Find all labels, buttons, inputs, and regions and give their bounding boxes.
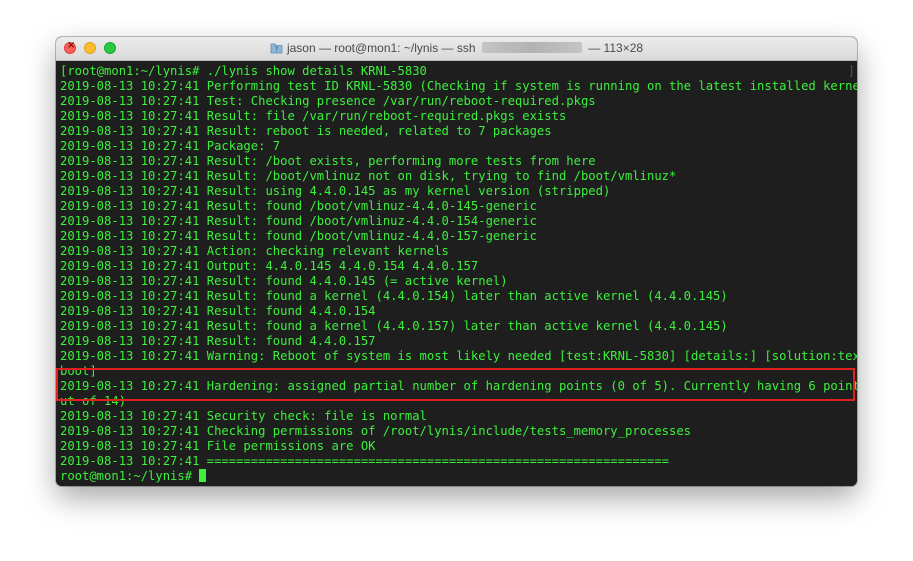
terminal-line-text: root@mon1:~/lynis#: [60, 469, 200, 483]
terminal-line: 2019-08-13 10:27:41 Result: /boot/vmlinu…: [60, 169, 857, 184]
terminal-line-text: 2019-08-13 10:27:41 Performing test ID K…: [60, 79, 857, 93]
terminal-line-text: 2019-08-13 10:27:41 Result: using 4.4.0.…: [60, 184, 611, 198]
terminal-line: 2019-08-13 10:27:41 Checking permissions…: [60, 424, 857, 439]
terminal-line-text: 2019-08-13 10:27:41 Result: found /boot/…: [60, 214, 537, 228]
terminal-window: ? jason — root@mon1: ~/lynis — ssh — 113…: [56, 37, 857, 486]
terminal-line-text: 2019-08-13 10:27:41 Result: file /var/ru…: [60, 109, 567, 123]
terminal-line-text: 2019-08-13 10:27:41 Result: found 4.4.0.…: [60, 274, 508, 288]
terminal-line-text: 2019-08-13 10:27:41 Result: found a kern…: [60, 289, 728, 303]
terminal-line-text: 2019-08-13 10:27:41 Security check: file…: [60, 409, 427, 423]
title-bar[interactable]: ? jason — root@mon1: ~/lynis — ssh — 113…: [56, 37, 857, 61]
terminal-line-text: 2019-08-13 10:27:41 Output: 4.4.0.145 4.…: [60, 259, 479, 273]
terminal-line: 2019-08-13 10:27:41 Result: found a kern…: [60, 319, 857, 334]
terminal-line: 2019-08-13 10:27:41 Package: 7: [60, 139, 857, 154]
prompt-line: root@mon1:~/lynis#: [60, 469, 857, 484]
terminal-line-text: 2019-08-13 10:27:41 Result: found 4.4.0.…: [60, 334, 376, 348]
terminal-line: 2019-08-13 10:27:41 Result: /boot exists…: [60, 154, 857, 169]
terminal-line: 2019-08-13 10:27:41 ====================…: [60, 454, 857, 469]
window-title: ? jason — root@mon1: ~/lynis — ssh — 113…: [56, 41, 857, 56]
terminal-line: [root@mon1:~/lynis# ./lynis show details…: [60, 64, 857, 79]
terminal-line: 2019-08-13 10:27:41 Test: Checking prese…: [60, 94, 857, 109]
terminal-line: 2019-08-13 10:27:41 Result: found 4.4.0.…: [60, 334, 857, 349]
terminal-line: 2019-08-13 10:27:41 Result: using 4.4.0.…: [60, 184, 857, 199]
terminal-line: 2019-08-13 10:27:41 Result: found 4.4.0.…: [60, 274, 857, 289]
terminal-line: boot]: [60, 364, 857, 379]
terminal-line-text: boot]: [60, 364, 97, 378]
terminal-line: 2019-08-13 10:27:41 Result: reboot is ne…: [60, 124, 857, 139]
terminal-output[interactable]: [root@mon1:~/lynis# ./lynis show details…: [56, 61, 857, 486]
terminal-line-text: 2019-08-13 10:27:41 File permissions are…: [60, 439, 376, 453]
terminal-line-text: 2019-08-13 10:27:41 Result: found 4.4.0.…: [60, 304, 376, 318]
terminal-line: 2019-08-13 10:27:41 Performing test ID K…: [60, 79, 857, 94]
terminal-line: 2019-08-13 10:27:41 Result: found /boot/…: [60, 199, 857, 214]
terminal-line-text: 2019-08-13 10:27:41 Test: Checking prese…: [60, 94, 596, 108]
terminal-line: 2019-08-13 10:27:41 Result: file /var/ru…: [60, 109, 857, 124]
terminal-line-text: 2019-08-13 10:27:41 Result: found /boot/…: [60, 229, 537, 243]
svg-text:?: ?: [275, 46, 279, 54]
terminal-line: 2019-08-13 10:27:41 Output: 4.4.0.145 4.…: [60, 259, 857, 274]
terminal-line-text: 2019-08-13 10:27:41 Result: /boot/vmlinu…: [60, 169, 677, 183]
terminal-line: 2019-08-13 10:27:41 Hardening: assigned …: [60, 379, 857, 394]
terminal-line-text: 2019-08-13 10:27:41 Hardening: assigned …: [60, 379, 857, 393]
terminal-line: 2019-08-13 10:27:41 Result: found /boot/…: [60, 214, 857, 229]
terminal-line: 2019-08-13 10:27:41 Action: checking rel…: [60, 244, 857, 259]
terminal-line: ut of 14): [60, 394, 857, 409]
terminal-line-text: [root@mon1:~/lynis# ./lynis show details…: [60, 64, 427, 78]
terminal-line-text: 2019-08-13 10:27:41 Result: reboot is ne…: [60, 124, 552, 138]
scroll-marker: ]: [847, 64, 855, 78]
window-title-suffix: — 113×28: [584, 41, 644, 55]
terminal-line-text: 2019-08-13 10:27:41 Action: checking rel…: [60, 244, 449, 258]
terminal-line-text: 2019-08-13 10:27:41 Result: /boot exists…: [60, 154, 596, 168]
redacted-hostname: [481, 42, 582, 53]
window-title-prefix: jason — root@mon1: ~/lynis — ssh: [286, 41, 479, 55]
terminal-line: 2019-08-13 10:27:41 Security check: file…: [60, 409, 857, 424]
folder-icon: ?: [270, 43, 283, 54]
terminal-line: 2019-08-13 10:27:41 File permissions are…: [60, 439, 857, 454]
terminal-lines: [root@mon1:~/lynis# ./lynis show details…: [60, 64, 857, 484]
terminal-line-text: 2019-08-13 10:27:41 Checking permissions…: [60, 424, 692, 438]
terminal-line-text: 2019-08-13 10:27:41 ====================…: [60, 454, 670, 468]
terminal-line-text: 2019-08-13 10:27:41 Package: 7: [60, 139, 281, 153]
text-cursor: [199, 469, 207, 482]
terminal-line-text: 2019-08-13 10:27:41 Warning: Reboot of s…: [60, 349, 857, 363]
terminal-line: 2019-08-13 10:27:41 Result: found /boot/…: [60, 229, 857, 244]
terminal-line: 2019-08-13 10:27:41 Result: found 4.4.0.…: [60, 304, 857, 319]
terminal-line: 2019-08-13 10:27:41 Warning: Reboot of s…: [60, 349, 857, 364]
terminal-line-text: 2019-08-13 10:27:41 Result: found /boot/…: [60, 199, 537, 213]
terminal-line: 2019-08-13 10:27:41 Result: found a kern…: [60, 289, 857, 304]
terminal-line-text: ut of 14): [60, 394, 127, 408]
terminal-line-text: 2019-08-13 10:27:41 Result: found a kern…: [60, 319, 728, 333]
